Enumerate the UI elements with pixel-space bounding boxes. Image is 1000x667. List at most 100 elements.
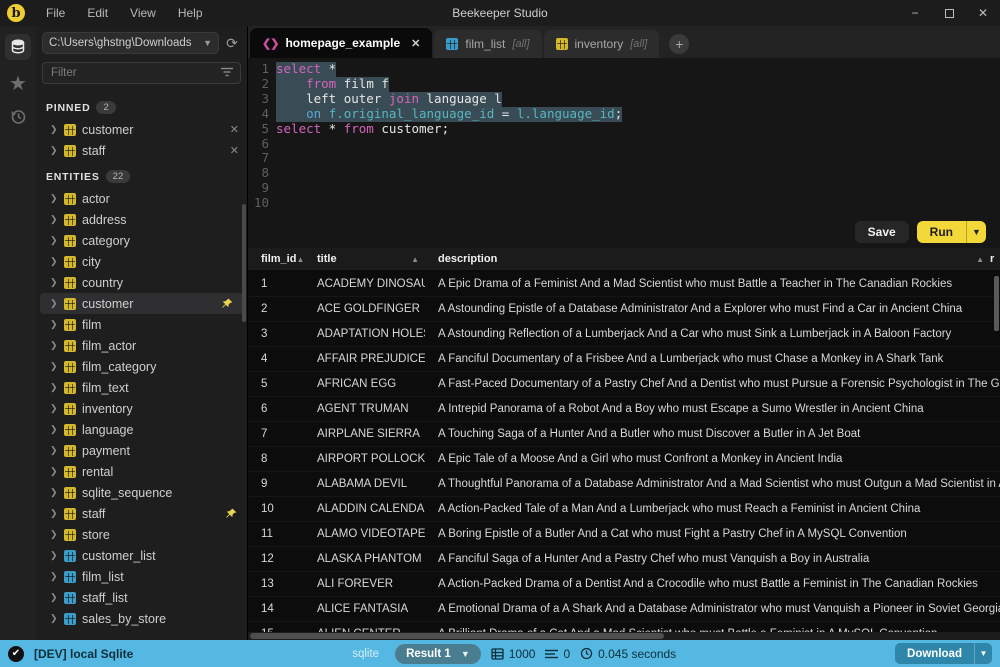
table-row[interactable]: 4AFFAIR PREJUDICEA Fanciful Documentary … (248, 347, 1000, 372)
chevron-right-icon[interactable]: ❯ (50, 403, 58, 414)
close-button[interactable]: ✕ (966, 0, 1000, 26)
sql-editor[interactable]: 12345678910 select * from film f left ou… (248, 58, 1000, 216)
chevron-right-icon[interactable]: ❯ (50, 613, 58, 624)
column-header-description[interactable]: description▲ (425, 253, 990, 265)
download-dropdown[interactable]: ▼ (974, 643, 992, 664)
entity-item-film_text[interactable]: ❯film_text (36, 377, 247, 398)
pinned-item-staff[interactable]: ❯staff✕ (36, 140, 247, 161)
editor-code[interactable]: select * from film f left outer join lan… (276, 62, 1000, 216)
tab-film_list[interactable]: film_list[all] (434, 30, 541, 58)
column-header-film_id[interactable]: film_id▲ (248, 253, 304, 265)
chevron-right-icon[interactable]: ❯ (50, 508, 58, 519)
results-horizontal-scrollbar[interactable] (248, 632, 1000, 640)
download-button[interactable]: Download ▼ (895, 643, 992, 664)
table-row[interactable]: 12ALASKA PHANTOMA Fanciful Saga of a Hun… (248, 547, 1000, 572)
chevron-right-icon[interactable]: ❯ (50, 214, 58, 225)
table-row[interactable]: 3ADAPTATION HOLESA Astounding Reflection… (248, 322, 1000, 347)
chevron-right-icon[interactable]: ❯ (50, 445, 58, 456)
entity-item-film_actor[interactable]: ❯film_actor (36, 335, 247, 356)
entity-item-city[interactable]: ❯city (36, 251, 247, 272)
pinned-item-customer[interactable]: ❯customer✕ (36, 119, 247, 140)
connection-select[interactable]: C:\Users\ghstng\Downloads ▼ (42, 32, 219, 54)
chevron-right-icon[interactable]: ❯ (50, 550, 58, 561)
entity-item-staff[interactable]: ❯staff (36, 503, 247, 524)
download-button-label[interactable]: Download (895, 643, 974, 664)
entity-item-sales_by_store[interactable]: ❯sales_by_store (36, 608, 247, 629)
table-row[interactable]: 10ALADDIN CALENDARA Action-Packed Tale o… (248, 497, 1000, 522)
database-icon[interactable] (5, 34, 31, 60)
chevron-right-icon[interactable]: ❯ (50, 193, 58, 204)
entity-item-film[interactable]: ❯film (36, 314, 247, 335)
run-button-label[interactable]: Run (917, 221, 966, 243)
menu-view[interactable]: View (119, 0, 167, 26)
pin-icon[interactable] (221, 297, 235, 311)
table-row[interactable]: 2ACE GOLDFINGERA Astounding Epistle of a… (248, 297, 1000, 322)
entity-item-film_category[interactable]: ❯film_category (36, 356, 247, 377)
menu-help[interactable]: Help (167, 0, 214, 26)
favorites-star-icon[interactable]: ★ (9, 74, 27, 94)
table-row[interactable]: 13ALI FOREVERA Action-Packed Drama of a … (248, 572, 1000, 597)
chevron-right-icon[interactable]: ❯ (50, 487, 58, 498)
sidebar-scrollbar[interactable] (242, 204, 246, 322)
table-row[interactable]: 14ALICE FANTASIAA Emotional Drama of a A… (248, 597, 1000, 622)
history-icon[interactable] (9, 108, 27, 130)
chevron-right-icon[interactable]: ❯ (50, 361, 58, 372)
new-tab-button[interactable]: + (669, 34, 689, 54)
sort-icon[interactable]: ▲ (976, 255, 984, 264)
chevron-right-icon[interactable]: ❯ (50, 424, 58, 435)
entity-item-staff_list[interactable]: ❯staff_list (36, 587, 247, 608)
entity-item-category[interactable]: ❯category (36, 230, 247, 251)
results-vertical-scrollbar[interactable] (994, 276, 999, 331)
table-row[interactable]: 8AIRPORT POLLOCKA Epic Tale of a Moose A… (248, 447, 1000, 472)
entity-item-payment[interactable]: ❯payment (36, 440, 247, 461)
entity-item-rental[interactable]: ❯rental (36, 461, 247, 482)
table-row[interactable]: 11ALAMO VIDEOTAPEA Boring Epistle of a B… (248, 522, 1000, 547)
scrollbar-thumb[interactable] (250, 633, 664, 639)
entity-item-country[interactable]: ❯country (36, 272, 247, 293)
filter-icon[interactable] (221, 67, 233, 77)
close-icon[interactable]: ✕ (411, 37, 420, 50)
filter-input[interactable] (42, 62, 241, 84)
column-header-title[interactable]: title▲ (304, 253, 425, 265)
result-selector[interactable]: Result 1 ▼ (395, 644, 481, 664)
entity-item-sqlite_sequence[interactable]: ❯sqlite_sequence (36, 482, 247, 503)
maximize-button[interactable] (932, 0, 966, 26)
entity-item-customer[interactable]: ❯customer (40, 293, 243, 314)
refresh-icon[interactable]: ⟳ (223, 35, 241, 52)
menu-file[interactable]: File (35, 0, 76, 26)
unpin-close-icon[interactable]: ✕ (230, 144, 239, 157)
column-header-clipped[interactable]: r (990, 253, 1000, 265)
entity-item-inventory[interactable]: ❯inventory (36, 398, 247, 419)
save-button[interactable]: Save (855, 221, 909, 243)
chevron-right-icon[interactable]: ❯ (50, 319, 58, 330)
chevron-right-icon[interactable]: ❯ (50, 466, 58, 477)
table-row[interactable]: 1ACADEMY DINOSAURA Epic Drama of a Femin… (248, 272, 1000, 297)
entity-item-customer_list[interactable]: ❯customer_list (36, 545, 247, 566)
table-row[interactable]: 6AGENT TRUMANA Intrepid Panorama of a Ro… (248, 397, 1000, 422)
chevron-right-icon[interactable]: ❯ (50, 277, 58, 288)
tab-inventory[interactable]: inventory[all] (544, 30, 660, 58)
run-button[interactable]: Run ▼ (917, 221, 986, 243)
unpin-close-icon[interactable]: ✕ (230, 123, 239, 136)
chevron-right-icon[interactable]: ❯ (50, 529, 58, 540)
chevron-right-icon[interactable]: ❯ (50, 256, 58, 267)
sort-icon[interactable]: ▲ (411, 255, 419, 264)
entity-item-address[interactable]: ❯address (36, 209, 247, 230)
entity-item-actor[interactable]: ❯actor (36, 188, 247, 209)
entity-item-store[interactable]: ❯store (36, 524, 247, 545)
chevron-right-icon[interactable]: ❯ (50, 340, 58, 351)
chevron-right-icon[interactable]: ❯ (50, 235, 58, 246)
chevron-right-icon[interactable]: ❯ (50, 298, 58, 309)
table-row[interactable]: 5AFRICAN EGGA Fast-Paced Documentary of … (248, 372, 1000, 397)
chevron-right-icon[interactable]: ❯ (50, 571, 58, 582)
table-row[interactable]: 7AIRPLANE SIERRAA Touching Saga of a Hun… (248, 422, 1000, 447)
chevron-right-icon[interactable]: ❯ (50, 592, 58, 603)
entity-item-film_list[interactable]: ❯film_list (36, 566, 247, 587)
chevron-right-icon[interactable]: ❯ (50, 124, 58, 135)
tab-homepage_example[interactable]: ❮❯homepage_example✕ (250, 28, 432, 58)
entity-item-language[interactable]: ❯language (36, 419, 247, 440)
chevron-right-icon[interactable]: ❯ (50, 382, 58, 393)
chevron-right-icon[interactable]: ❯ (50, 145, 58, 156)
run-dropdown[interactable]: ▼ (966, 221, 986, 243)
menu-edit[interactable]: Edit (76, 0, 119, 26)
